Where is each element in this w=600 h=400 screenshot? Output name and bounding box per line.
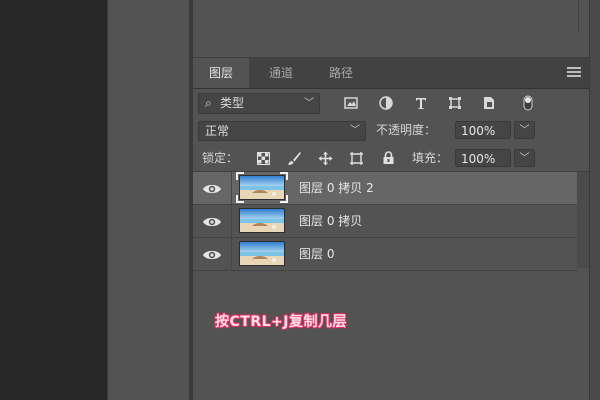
layer-name[interactable]: 图层 0 [299, 238, 334, 270]
lock-position-icon[interactable] [317, 150, 333, 166]
eye-icon[interactable] [202, 181, 222, 195]
opacity-label: 不透明度： [376, 123, 437, 137]
right-dock-edge [589, 0, 600, 400]
chevron-down-icon: ﹀ [304, 98, 314, 109]
filter-kind-label: 类型 [220, 96, 245, 110]
panel-tabbar: 图层 通道 路径 [193, 58, 589, 89]
opacity-dropdown-button[interactable]: ﹀ [514, 121, 535, 139]
tab-channels[interactable]: 通道 [253, 58, 309, 88]
lock-image-icon[interactable] [286, 150, 302, 166]
eye-icon[interactable] [202, 214, 222, 228]
layer-thumbnail[interactable] [239, 175, 285, 200]
layer-row[interactable]: 图层 0 [193, 238, 577, 271]
fill-dropdown-button[interactable]: ﹀ [514, 149, 535, 167]
blend-row: 正常 ﹀ 不透明度： 100% ﹀ [193, 118, 589, 144]
opacity-input[interactable]: 100% [455, 121, 511, 139]
panel-menu-icon[interactable] [567, 67, 581, 77]
layer-thumbnail[interactable] [239, 241, 285, 266]
blend-mode-label: 正常 [205, 124, 230, 138]
lock-transparent-icon[interactable] [255, 150, 271, 166]
image-filter-icon[interactable] [343, 95, 359, 111]
blend-mode-select[interactable]: 正常 ﹀ [198, 121, 366, 141]
instruction-annotation: 按CTRL+J复制几层 [215, 314, 347, 330]
adjustment-filter-icon[interactable] [378, 95, 394, 111]
layer-row[interactable]: 图层 0 拷贝 [193, 205, 577, 238]
type-filter-icon[interactable] [413, 95, 429, 111]
lock-all-icon[interactable] [380, 150, 396, 166]
search-icon: ⌕ [205, 96, 212, 110]
chevron-down-icon: ﹀ [350, 125, 360, 136]
lock-row: 锁定： 填充： 100% ﹀ [193, 145, 589, 172]
visibility-divider [231, 238, 232, 270]
upper-panel [193, 0, 589, 58]
layer-list: 图层 0 拷贝 2 图层 0 拷贝 图层 0 [193, 172, 577, 271]
visibility-divider [231, 172, 232, 204]
layers-panel: 图层 通道 路径 ⌕ 类型 ﹀ 正常 ﹀ 不透明度： 100% ﹀ 锁定： 填充… [193, 58, 589, 400]
lock-artboard-icon[interactable] [348, 150, 364, 166]
visibility-divider [231, 205, 232, 237]
eye-icon[interactable] [202, 247, 222, 261]
tab-layers[interactable]: 图层 [193, 58, 249, 88]
smart-object-filter-icon[interactable] [481, 95, 497, 111]
workspace-background [0, 0, 107, 400]
layer-list-scrollbar[interactable] [577, 172, 589, 268]
filter-kind-select[interactable]: ⌕ 类型 ﹀ [198, 93, 320, 114]
layer-name[interactable]: 图层 0 拷贝 [299, 205, 362, 237]
filter-row: ⌕ 类型 ﹀ [193, 89, 589, 117]
fill-label: 填充： [412, 151, 449, 165]
fill-input[interactable]: 100% [455, 149, 511, 167]
shape-filter-icon[interactable] [447, 95, 463, 111]
layer-name[interactable]: 图层 0 拷贝 2 [299, 172, 374, 204]
panel-dock-column [107, 0, 190, 400]
layer-thumbnail[interactable] [239, 208, 285, 233]
filter-toggle-icon[interactable] [520, 95, 536, 111]
tab-paths[interactable]: 路径 [313, 58, 369, 88]
layer-row[interactable]: 图层 0 拷贝 2 [193, 172, 577, 205]
lock-label: 锁定： [202, 151, 239, 165]
